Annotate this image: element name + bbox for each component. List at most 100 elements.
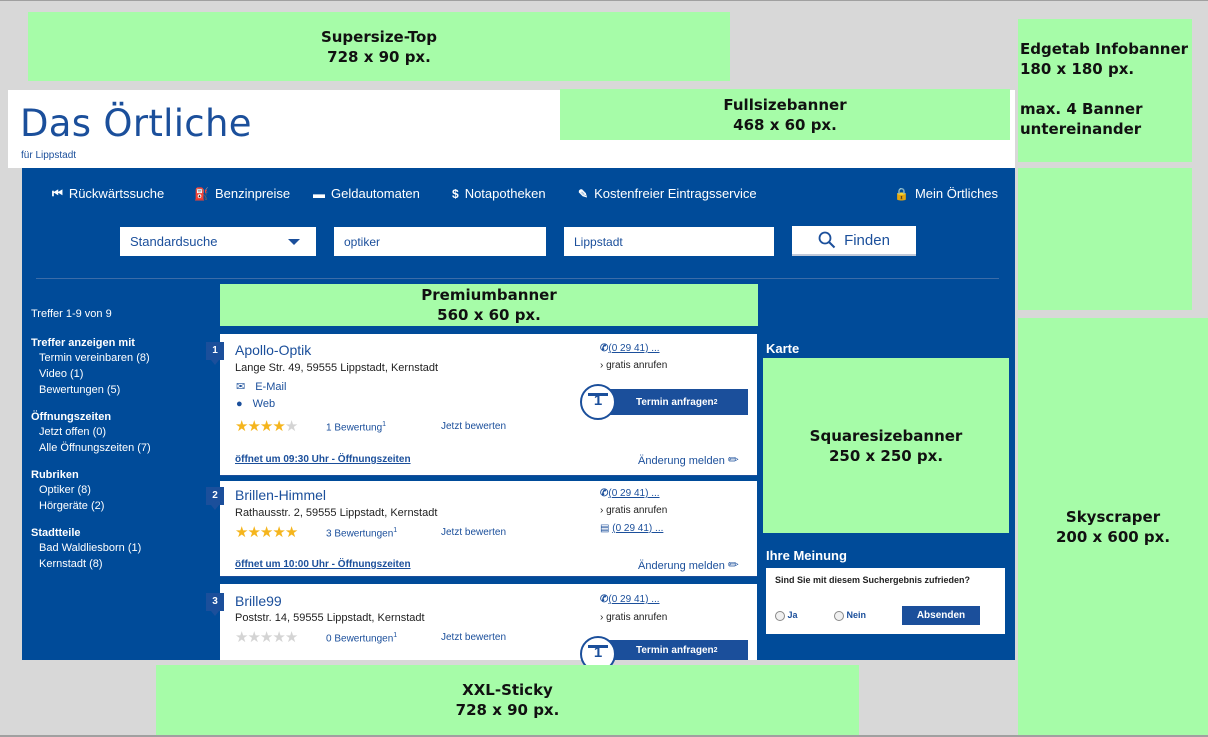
star-empty-icon: ★ [272, 629, 285, 646]
fullsize-size: 468 x 60 px. [733, 115, 837, 134]
footnote-mark: 1 [382, 421, 387, 428]
result-name-link[interactable]: Brille99 [235, 593, 282, 609]
supersize-top-banner: Supersize-Top 728 x 90 px. [28, 12, 730, 81]
free-call-link[interactable]: › gratis anrufen [600, 505, 667, 516]
star-filled-icon: ★ [235, 524, 248, 541]
edgetab-infobanner: Edgetab Infobanner 180 x 180 px. max. 4 … [1018, 19, 1192, 162]
free-call-link[interactable]: › gratis anrufen [600, 612, 667, 623]
reviews-link[interactable]: 0 Bewertungen1 [326, 632, 397, 644]
edgetab-title: Edgetab Infobanner [1020, 40, 1189, 58]
free-call-link[interactable]: › gratis anrufen [600, 360, 667, 371]
termin-button[interactable]: Termin anfragen 2 [596, 640, 748, 660]
filter-item[interactable]: Hörgeräte (2) [31, 498, 211, 514]
free-call-label: gratis anrufen [606, 360, 668, 371]
nav-eintragsservice[interactable]: ✎ Kostenfreier Eintragsservice [578, 186, 757, 201]
star-empty-icon: ★ [284, 418, 298, 435]
opinion-submit-button[interactable]: Absenden [902, 606, 980, 625]
phone-number: (0 29 41) ... [608, 594, 660, 605]
phone-link[interactable]: ✆(0 29 41) ... [600, 488, 660, 499]
search-query-value: optiker [344, 234, 381, 249]
opening-hours-link[interactable]: öffnet um 09:30 Uhr - Öffnungszeiten [235, 454, 411, 465]
filter-item[interactable]: Optiker (8) [31, 482, 211, 498]
phone-link[interactable]: ✆(0 29 41) ... [600, 594, 660, 605]
premium-banner: Premiumbanner 560 x 60 px. [220, 284, 758, 326]
result-card: 1 Apollo-Optik Lange Str. 49, 59555 Lipp… [206, 334, 757, 476]
filter-sidebar: Treffer anzeigen mit Termin vereinbaren … [31, 336, 211, 572]
nav-label: Rückwärtssuche [68, 186, 165, 201]
site-logo[interactable]: Das Örtliche [20, 102, 252, 145]
rate-link[interactable]: Jetzt bewerten [441, 421, 506, 432]
rate-link[interactable]: Jetzt bewerten [441, 527, 506, 538]
result-name-link[interactable]: Brillen-Himmel [235, 487, 326, 503]
reviews-link[interactable]: 3 Bewertungen1 [326, 527, 397, 539]
edgetab-slot-2 [1018, 168, 1192, 310]
star-empty-icon: ★ [247, 629, 260, 646]
footnote-mark: 1 [393, 632, 398, 639]
star-filled-icon: ★ [259, 418, 273, 435]
filter-item[interactable]: Bewertungen (5) [31, 382, 211, 398]
termin-button[interactable]: Termin anfragen 2 [596, 389, 748, 415]
reviews-link[interactable]: 1 Bewertung1 [326, 421, 386, 433]
chevron-right-icon: › [600, 360, 604, 371]
edgetab-note-2: untereinander [1020, 120, 1142, 138]
search-submit-button[interactable]: Finden [792, 226, 916, 256]
premium-title: Premiumbanner [421, 286, 557, 304]
filter-item[interactable]: Bad Waldliesborn (1) [31, 540, 211, 556]
nav-benzinpreise[interactable]: ⛽ Benzinpreise [194, 186, 290, 201]
pharmacy-icon: $ [452, 186, 459, 201]
star-filled-icon: ★ [272, 418, 285, 435]
result-name-link[interactable]: Apollo-Optik [235, 342, 311, 358]
footnote-mark: 2 [713, 398, 718, 406]
search-location-input[interactable]: Lippstadt [564, 227, 774, 256]
squaresize-banner[interactable]: Squaresizebanner 250 x 250 px. [763, 358, 1009, 533]
search-location-value: Lippstadt [574, 234, 623, 249]
result-web-link[interactable]: ● Web [236, 398, 275, 410]
filter-item[interactable]: Kernstadt (8) [31, 556, 211, 572]
squaresize-size: 250 x 250 px. [828, 446, 944, 465]
phone-number: (0 29 41) ... [608, 488, 660, 499]
nav-label: Kostenfreier Eintragsservice [594, 186, 757, 201]
report-change-link[interactable]: Änderung melden ✏ [638, 452, 739, 468]
fullsize-banner: Fullsizebanner 468 x 60 px. [560, 89, 1010, 140]
fax-link[interactable]: ▤ (0 29 41) ... [600, 523, 663, 534]
squaresize-title: Squaresizebanner [809, 426, 963, 445]
result-email-link[interactable]: ✉ E-Mail [236, 380, 286, 393]
filter-item[interactable]: Video (1) [31, 366, 211, 382]
search-query-input[interactable]: optiker [334, 227, 546, 256]
filter-group-title: Treffer anzeigen mit [31, 337, 135, 349]
magnifier-icon [818, 231, 836, 249]
star-filled-icon: ★ [284, 524, 298, 541]
envelope-icon: ✉ [236, 381, 246, 393]
free-call-label: gratis anrufen [606, 505, 668, 516]
card-footer-line [220, 475, 757, 476]
search-mode-value: Standardsuche [130, 234, 218, 249]
nav-notapotheken[interactable]: $ Notapotheken [452, 186, 546, 201]
result-card: 3 Brille99 Poststr. 14, 59555 Lippstadt,… [206, 584, 757, 672]
opinion-yes-radio[interactable]: Ja [775, 610, 798, 621]
nav-rueckwaertssuche[interactable]: ⏮ Rückwärtssuche [52, 186, 164, 201]
star-filled-icon: ★ [259, 524, 273, 541]
web-label: Web [252, 398, 276, 410]
fuel-pump-icon: ⛽ [194, 186, 209, 201]
rate-link[interactable]: Jetzt bewerten [441, 632, 506, 643]
termin-label: Termin anfragen [636, 396, 714, 408]
termin-label: Termin anfragen [636, 644, 714, 656]
filter-item[interactable]: Termin vereinbaren (8) [31, 350, 211, 366]
search-submit-label: Finden [844, 231, 890, 249]
filter-item[interactable]: Alle Öffnungszeiten (7) [31, 440, 211, 456]
nav-mein-oertliches[interactable]: 🔒 Mein Örtliches [894, 186, 998, 201]
skyscraper-title: Skyscraper [1065, 507, 1161, 526]
chevron-right-icon: › [600, 612, 604, 623]
lock-icon: 🔒 [894, 186, 909, 201]
report-change-link[interactable]: Änderung melden ✏ [638, 557, 739, 573]
opening-hours-link[interactable]: öffnet um 10:00 Uhr - Öffnungszeiten [235, 559, 411, 570]
search-mode-select[interactable]: Standardsuche [120, 227, 316, 256]
free-call-label: gratis anrufen [606, 612, 668, 623]
supersize-top-title: Supersize-Top [320, 27, 438, 46]
atm-icon: ▬ [313, 186, 325, 201]
phone-link[interactable]: ✆(0 29 41) ... [600, 343, 660, 354]
filter-item[interactable]: Jetzt offen (0) [31, 424, 211, 440]
footnote-mark: 2 [713, 646, 718, 654]
opinion-no-radio[interactable]: Nein [834, 610, 866, 621]
nav-geldautomaten[interactable]: ▬ Geldautomaten [313, 186, 420, 201]
